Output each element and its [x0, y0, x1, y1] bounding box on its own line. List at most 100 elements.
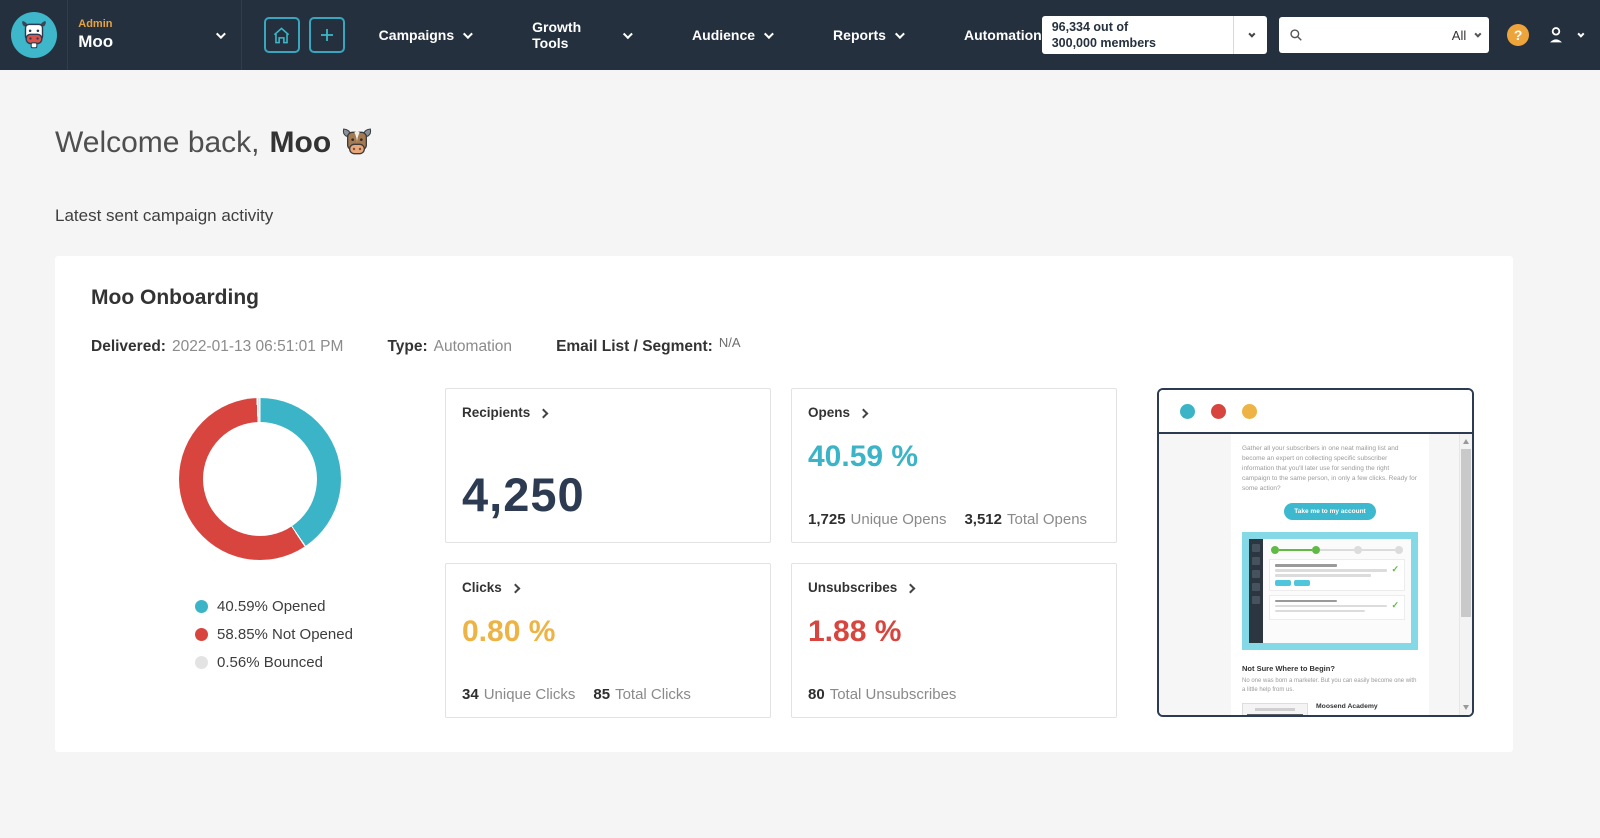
- scroll-down-icon: [1463, 705, 1469, 710]
- clicks-link[interactable]: Clicks: [462, 580, 754, 595]
- opens-link[interactable]: Opens: [808, 405, 1100, 420]
- cow-face-emoji-icon: [341, 127, 373, 159]
- browser-dot-yellow-icon: [1242, 403, 1257, 419]
- preview-begin-heading: Not Sure Where to Begin?: [1242, 664, 1335, 674]
- members-quota-dropdown[interactable]: 96,334 out of 300,000 members: [1041, 16, 1268, 54]
- type-value: Automation: [433, 338, 513, 355]
- menu-campaigns[interactable]: Campaigns: [379, 27, 474, 43]
- menu-automation[interactable]: Automation: [964, 27, 1042, 43]
- main-menu: Campaigns Growth Tools Audience Reports …: [379, 19, 1042, 51]
- preview-paragraph: Gather all your subscribers in one neat …: [1242, 445, 1417, 493]
- recipients-card: Recipients 4,250: [445, 388, 771, 543]
- chart-legend: 40.59% Opened 58.85% Not Opened 0.56% Bo…: [195, 598, 445, 671]
- scroll-up-icon: [1463, 439, 1469, 444]
- search-icon: [1289, 28, 1303, 42]
- campaign-email-preview[interactable]: Gather all your subscribers in one neat …: [1157, 388, 1474, 717]
- legend-item-not-opened: 58.85% Not Opened: [195, 626, 445, 643]
- unsubscribes-card: Unsubscribes 1.88 % 80 Total Unsubscribes: [791, 563, 1117, 718]
- open-breakdown-chart: 40.59% Opened 58.85% Not Opened 0.56% Bo…: [91, 388, 445, 718]
- browser-dot-red-icon: [1211, 403, 1226, 419]
- home-icon: [272, 26, 291, 45]
- legend-dot-opened: [195, 600, 208, 613]
- chevron-down-icon: [1248, 30, 1256, 38]
- preview-task-row: ✓: [1269, 594, 1405, 620]
- unsubscribes-link[interactable]: Unsubscribes: [808, 580, 1100, 595]
- chevron-right-icon: [510, 583, 521, 594]
- browser-dot-teal-icon: [1180, 403, 1195, 419]
- global-search: All: [1279, 17, 1490, 53]
- members-count-line1: 96,334 out of: [1051, 20, 1129, 34]
- recipients-value: 4,250: [462, 468, 585, 521]
- email-list-segment-label: Email List / Segment:: [556, 338, 713, 355]
- moosend-logo[interactable]: [10, 12, 57, 58]
- chevron-down-icon: [623, 28, 633, 39]
- unsubscribes-rate-value: 1.88 %: [808, 615, 902, 648]
- home-button[interactable]: [263, 17, 300, 53]
- email-list-segment-value: N/A: [718, 335, 741, 350]
- preview-scrollbar[interactable]: [1459, 434, 1472, 715]
- chevron-down-icon: [463, 28, 474, 39]
- help-button[interactable]: ?: [1507, 24, 1529, 46]
- chevron-right-icon: [905, 583, 916, 594]
- opens-card: Opens 40.59 % 1,725 Unique Opens 3,512 Tot…: [791, 388, 1117, 543]
- preview-begin-text: No one was born a marketer. But you can …: [1242, 678, 1417, 694]
- members-count-line2: 300,000 members: [1051, 35, 1156, 50]
- delivered-value: 2022-01-13 06:51:01 PM: [171, 338, 344, 355]
- unique-clicks: 34 Unique Clicks: [462, 686, 576, 703]
- search-scope-dropdown[interactable]: [1474, 30, 1482, 38]
- scrollbar-thumb[interactable]: [1461, 449, 1471, 617]
- account-switcher[interactable]: Admin Moo: [67, 0, 242, 70]
- chevron-right-icon: [858, 408, 869, 419]
- type-label: Type:: [387, 338, 428, 355]
- preview-cta-button: Take me to my account: [1284, 503, 1376, 521]
- preview-browser-bar: [1159, 390, 1472, 434]
- preview-task-row: ✓: [1269, 559, 1405, 591]
- total-opens: 3,512 Total Opens: [964, 511, 1088, 528]
- stats-grid: Recipients 4,250 Opens 40.59 % 1,725 Uniq…: [445, 388, 1117, 718]
- clicks-card: Clicks 0.80 % 34 Unique Clicks 85 Total Cl…: [445, 563, 771, 718]
- admin-label: Admin: [78, 17, 113, 30]
- top-navbar: Admin Moo Campaigns Growth Tools Audienc…: [0, 0, 1600, 70]
- preview-video-thumbnail: [1242, 703, 1308, 715]
- members-dropdown-caret[interactable]: [1233, 16, 1267, 54]
- legend-dot-bounced: [195, 656, 208, 669]
- question-mark-icon: ?: [1513, 27, 1523, 43]
- total-clicks: 85 Total Clicks: [593, 686, 691, 703]
- menu-growth-tools[interactable]: Growth Tools: [532, 19, 633, 51]
- check-icon: ✓: [1391, 564, 1399, 575]
- donut-chart: [179, 398, 341, 560]
- legend-item-opened: 40.59% Opened: [195, 598, 445, 615]
- recipients-link[interactable]: Recipients: [462, 405, 754, 420]
- legend-dot-not-opened: [195, 628, 208, 641]
- search-input[interactable]: [1309, 27, 1452, 43]
- total-unsubscribes: 80 Total Unsubscribes: [808, 686, 957, 703]
- opens-rate-value: 40.59 %: [808, 440, 919, 473]
- campaign-title: Moo Onboarding: [91, 286, 259, 309]
- cow-logo-icon: [17, 18, 51, 52]
- profile-menu[interactable]: [1545, 24, 1585, 46]
- menu-reports[interactable]: Reports: [833, 27, 905, 43]
- chevron-down-icon: [215, 28, 226, 39]
- search-scope-label: All: [1451, 27, 1467, 43]
- preview-app-screenshot: ✓ ✓: [1242, 532, 1418, 651]
- campaign-meta: Delivered: 2022-01-13 06:51:01 PM Type: Au…: [91, 335, 1477, 356]
- delivered-label: Delivered:: [91, 338, 166, 355]
- preview-academy-heading: Moosend Academy: [1316, 703, 1378, 711]
- menu-audience[interactable]: Audience: [692, 27, 774, 43]
- welcome-user-name: Moo: [269, 126, 332, 159]
- campaign-activity-card: Moo Onboarding Delivered: 2022-01-13 06:5…: [55, 256, 1513, 752]
- preview-progress-steps: [1271, 546, 1403, 555]
- plus-icon: [318, 26, 336, 44]
- preview-content: Gather all your subscribers in one neat …: [1159, 434, 1472, 715]
- create-new-button[interactable]: [308, 17, 345, 53]
- check-icon: ✓: [1391, 599, 1399, 610]
- user-icon: [1545, 24, 1567, 46]
- unique-opens: 1,725 Unique Opens: [808, 511, 947, 528]
- section-title: Latest sent campaign activity: [55, 206, 274, 225]
- clicks-rate-value: 0.80 %: [462, 615, 556, 648]
- preview-sidebar: [1249, 539, 1263, 644]
- chevron-down-icon: [894, 28, 905, 39]
- chevron-down-icon: [764, 28, 774, 39]
- account-name: Moo: [78, 32, 114, 52]
- chevron-down-icon: [1577, 30, 1585, 38]
